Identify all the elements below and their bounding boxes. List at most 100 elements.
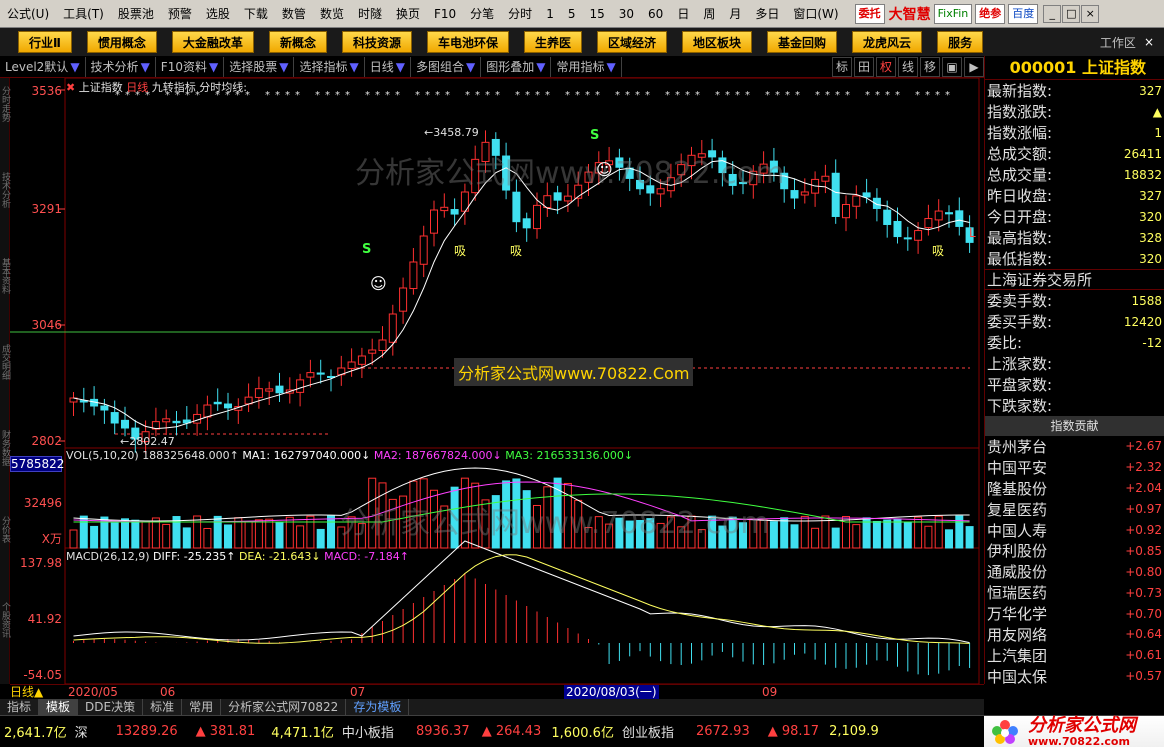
close-icon[interactable]: × (1144, 35, 1154, 49)
contrib-row[interactable]: 恒瑞医药 +0.73 (985, 582, 1164, 603)
left-tab-6[interactable]: 个股资讯 (0, 602, 10, 638)
toolbar-item-label-8: 常用指标 (556, 59, 605, 74)
toolbar-item-6[interactable]: 多图组合 ▼ (411, 56, 482, 77)
fixfin-button[interactable]: FixFin (933, 3, 973, 24)
macd-y-label-2: -54.05 (23, 668, 62, 682)
toolbar-item-1[interactable]: 技术分析 ▼ (86, 56, 156, 77)
category-button-7[interactable]: 区域经济 (597, 31, 668, 53)
category-button-3[interactable]: 新概念 (268, 31, 327, 53)
bottom-tab-6[interactable]: 存为模板 (346, 699, 410, 715)
contrib-row[interactable]: 中国人寿 +0.92 (985, 520, 1164, 541)
left-tab-2[interactable]: 基本资料 (0, 258, 10, 294)
close-button[interactable]: × (1081, 4, 1100, 23)
macd-dea: DEA: -21.643↓ (238, 550, 321, 563)
quote-row-key: 委卖手数: (987, 292, 1053, 310)
chart-area[interactable]: * * * * * * * * * * * * * * * * * * * * * * * * * * * * * * * * * * * * * * * *… (10, 78, 984, 684)
menu-item-20[interactable]: 月 (722, 0, 748, 28)
quote-row: 上涨家数: (985, 353, 1164, 374)
menu-item-8[interactable]: 时隧 (351, 0, 389, 28)
bottom-tab-2[interactable]: DDE决策 (78, 699, 144, 715)
menu-item-9[interactable]: 换页 (389, 0, 427, 28)
menu-item-4[interactable]: 选股 (199, 0, 237, 28)
menu-item-15[interactable]: 15 (582, 0, 611, 28)
toolbar-icon-6[interactable]: ▶ (964, 56, 984, 77)
contrib-row[interactable]: 中国平安 +2.32 (985, 457, 1164, 478)
menu-item-12[interactable]: 分时 (501, 0, 539, 28)
bottom-tab-1[interactable]: 模板 (39, 699, 79, 715)
period-toggle[interactable]: 日线▲ (10, 685, 43, 699)
volume-bar (203, 527, 212, 549)
toolbar-icon-2[interactable]: 权 (876, 56, 896, 77)
toolbar-item-3[interactable]: 选择股票 ▼ (224, 56, 295, 77)
category-button-10[interactable]: 龙虎风云 (852, 31, 923, 53)
category-button-0[interactable]: 行业Ⅱ (18, 31, 72, 53)
maximize-button[interactable]: □ (1062, 4, 1081, 23)
toolbar-icon-5[interactable]: ▣ (942, 56, 962, 77)
baidu-button[interactable]: 百度 (1008, 3, 1039, 24)
menu-item-18[interactable]: 日 (670, 0, 696, 28)
menu-item-13[interactable]: 1 (539, 0, 561, 28)
bottom-tab-0[interactable]: 指标 (0, 699, 40, 715)
contrib-row[interactable]: 万华化学 +0.70 (985, 603, 1164, 624)
bottom-tab-4[interactable]: 常用 (182, 699, 222, 715)
contrib-row[interactable]: 上汽集团 +0.61 (985, 645, 1164, 666)
quote-row: 最低指数: 320 (985, 248, 1164, 269)
left-tab-4[interactable]: 财务数据 (0, 430, 10, 466)
entrust-button[interactable]: 委托 (854, 3, 885, 24)
category-button-2[interactable]: 大金融改革 (171, 31, 254, 53)
menu-item-11[interactable]: 分笔 (463, 0, 501, 28)
macd-y-label-0: 137.98 (20, 556, 62, 570)
left-tab-5[interactable]: 分价表 (0, 516, 10, 543)
toolbar-icon-4[interactable]: 移 (920, 56, 940, 77)
category-button-8[interactable]: 地区板块 (682, 31, 753, 53)
bottom-tab-3[interactable]: 标准 (143, 699, 183, 715)
menu-item-14[interactable]: 5 (561, 0, 583, 28)
toolbar-item-7[interactable]: 图形叠加 ▼ (481, 56, 552, 77)
toolbar-item-2[interactable]: F10资料 ▼ (156, 56, 225, 77)
contrib-row[interactable]: 复星医药 +0.97 (985, 499, 1164, 520)
contrib-row[interactable]: 贵州茅台 +2.67 (985, 436, 1164, 457)
menu-item-6[interactable]: 数管 (275, 0, 313, 28)
menu-item-5[interactable]: 下载 (237, 0, 275, 28)
menu-item-10[interactable]: F10 (427, 0, 463, 28)
menu-item-7[interactable]: 数览 (313, 0, 351, 28)
menu-item-1[interactable]: 工具(T) (56, 0, 111, 28)
contrib-row[interactable]: 中国太保 +0.57 (985, 666, 1164, 687)
contrib-row[interactable]: 用友网络 +0.64 (985, 624, 1164, 645)
left-tab-0[interactable]: 分时走势 (0, 86, 10, 122)
bottom-tab-5[interactable]: 分析家公式网70822 (221, 699, 347, 715)
category-button-11[interactable]: 服务 (937, 31, 984, 53)
category-button-6[interactable]: 生养医 (523, 31, 582, 53)
menu-item-17[interactable]: 60 (641, 0, 670, 28)
toolbar-item-5[interactable]: 日线 ▼ (365, 56, 411, 77)
left-tab-3[interactable]: 成交明细 (0, 344, 10, 380)
category-button-4[interactable]: 科技资源 (341, 31, 412, 53)
workarea[interactable]: 工作区 × (1100, 34, 1154, 51)
menu-item-16[interactable]: 30 (612, 0, 641, 28)
menu-item-22[interactable]: 窗口(W) (786, 0, 845, 28)
toolbar-item-0[interactable]: Level2默认 ▼ (0, 56, 86, 77)
menu-item-19[interactable]: 周 (696, 0, 722, 28)
quote-row-key: 隆基股份 (987, 479, 1048, 498)
toolbar-icon-0[interactable]: 标 (832, 56, 852, 77)
toolbar-icon-1[interactable]: 田 (854, 56, 874, 77)
toolbar-item-4[interactable]: 选择指标 ▼ (294, 56, 365, 77)
contrib-row[interactable]: 伊利股份 +0.85 (985, 540, 1164, 561)
stock-code: 000001 上证指数 (985, 56, 1164, 80)
category-button-1[interactable]: 惯用概念 (86, 31, 157, 53)
contrib-row[interactable]: 通威股份 +0.80 (985, 561, 1164, 582)
juecan-button[interactable]: 绝参 (975, 3, 1006, 24)
menu-item-2[interactable]: 股票池 (111, 0, 161, 28)
contrib-row[interactable]: 隆基股份 +2.04 (985, 478, 1164, 499)
category-button-5[interactable]: 车电池环保 (426, 31, 509, 53)
price-title-ma: 分时均线: (199, 81, 247, 94)
toolbar-icon-3[interactable]: 线 (898, 56, 918, 77)
category-button-9[interactable]: 基金回购 (767, 31, 838, 53)
menu-item-21[interactable]: 多日 (748, 0, 786, 28)
contrib-header[interactable]: 指数贡献 (985, 416, 1164, 436)
menu-item-0[interactable]: 公式(U) (0, 0, 56, 28)
minimize-button[interactable]: _ (1043, 4, 1062, 23)
left-tab-1[interactable]: 技术分析 (0, 172, 10, 208)
menu-item-3[interactable]: 预警 (161, 0, 199, 28)
toolbar-item-8[interactable]: 常用指标 ▼ (551, 56, 622, 77)
